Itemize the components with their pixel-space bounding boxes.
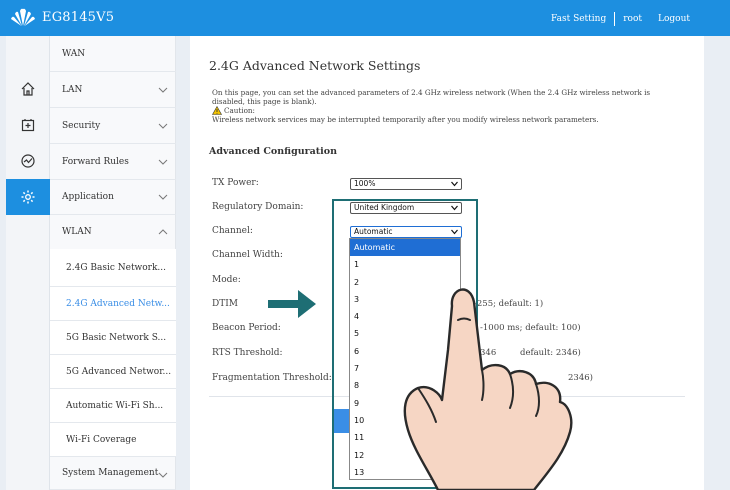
chevron-down-icon bbox=[158, 87, 168, 93]
page-description: On this page, you can set the advanced p… bbox=[212, 88, 682, 124]
sidebar-item-label: Security bbox=[62, 120, 101, 131]
sidebar-subitem-label: 5G Basic Network S... bbox=[66, 332, 167, 343]
channel-width-label: Channel Width: bbox=[212, 250, 283, 260]
sidebar-item-label: WLAN bbox=[62, 226, 92, 237]
rts-threshold-label: RTS Threshold: bbox=[212, 348, 283, 358]
user-link[interactable]: root bbox=[615, 14, 650, 24]
sidebar-item-label: Application bbox=[62, 191, 114, 202]
tx-power-select[interactable]: 100% bbox=[350, 178, 462, 190]
description-text: On this page, you can set the advanced p… bbox=[212, 88, 651, 106]
sidebar-subitem-24g-advanced[interactable]: 2.4G Advanced Netw... bbox=[50, 287, 176, 321]
warning-icon bbox=[212, 106, 222, 115]
channel-label: Channel: bbox=[212, 226, 253, 236]
gauge-icon bbox=[21, 154, 35, 168]
sidebar-item-application[interactable]: Application bbox=[50, 179, 176, 215]
rail-settings[interactable] bbox=[6, 179, 50, 215]
caution-label: Caution: bbox=[224, 106, 255, 115]
sidebar-item-label: Forward Rules bbox=[62, 156, 129, 167]
sidebar-item-security[interactable]: Security bbox=[50, 108, 176, 144]
pointing-hand-icon bbox=[403, 288, 573, 490]
sidebar-subitem-label: Wi-Fi Coverage bbox=[66, 434, 137, 445]
chevron-down-icon bbox=[451, 181, 458, 187]
regulatory-domain-label: Regulatory Domain: bbox=[212, 202, 304, 212]
fast-setting-link[interactable]: Fast Setting bbox=[543, 14, 614, 24]
icon-rail bbox=[6, 36, 50, 490]
sidebar-subitem-label: 2.4G Basic Network... bbox=[66, 262, 167, 273]
chevron-down-icon bbox=[158, 159, 168, 165]
mode-label: Mode: bbox=[212, 275, 241, 285]
page-title: 2.4G Advanced Network Settings bbox=[209, 58, 421, 73]
sidebar-subitem-5g-advanced[interactable]: 5G Advanced Networ... bbox=[50, 355, 176, 389]
sidebar-subitem-24g-basic[interactable]: 2.4G Basic Network... bbox=[50, 249, 176, 287]
brand-logo: EG8145V5 bbox=[8, 7, 114, 27]
sidebar-subitem-label: Automatic Wi-Fi Sh... bbox=[66, 400, 164, 411]
dtim-label: DTIM bbox=[212, 299, 238, 309]
sidebar-subitem-label: 5G Advanced Networ... bbox=[66, 366, 172, 377]
pointer-arrow-icon bbox=[268, 290, 316, 318]
brand-name: EG8145V5 bbox=[42, 9, 115, 25]
fragmentation-threshold-label: Fragmentation Threshold: bbox=[212, 373, 332, 383]
rail-home[interactable] bbox=[6, 71, 50, 107]
sidebar-item-wan[interactable]: WAN bbox=[50, 36, 176, 72]
huawei-logo-icon bbox=[11, 8, 35, 26]
sidebar-menu: WAN LAN Security Forward Rules Applicati… bbox=[50, 36, 176, 490]
sidebar-subitem-auto-wifi[interactable]: Automatic Wi-Fi Sh... bbox=[50, 389, 176, 423]
sidebar-item-label: System Management bbox=[62, 468, 159, 478]
sidebar-item-wlan[interactable]: WLAN bbox=[50, 214, 176, 250]
sidebar-item-forward-rules[interactable]: Forward Rules bbox=[50, 144, 176, 180]
chevron-down-icon bbox=[158, 194, 168, 200]
rail-add[interactable] bbox=[6, 107, 50, 143]
sidebar-item-label: WAN bbox=[62, 48, 86, 59]
sidebar-item-label: LAN bbox=[62, 84, 83, 95]
rail-status[interactable] bbox=[6, 143, 50, 179]
sidebar-item-system-management[interactable]: System Management bbox=[50, 457, 176, 490]
gear-icon bbox=[21, 190, 35, 204]
logout-link[interactable]: Logout bbox=[650, 14, 698, 24]
plus-box-icon bbox=[21, 119, 35, 132]
sidebar-subitem-5g-basic[interactable]: 5G Basic Network S... bbox=[50, 321, 176, 355]
top-bar: EG8145V5 Fast Setting root Logout bbox=[0, 0, 730, 36]
chevron-up-icon bbox=[158, 229, 168, 235]
tx-power-value: 100% bbox=[354, 179, 376, 188]
sidebar-subitem-wifi-coverage[interactable]: Wi-Fi Coverage bbox=[50, 423, 176, 457]
top-links: Fast Setting root Logout bbox=[543, 12, 698, 26]
caution-text: Wireless network services may be interru… bbox=[212, 115, 599, 124]
home-icon bbox=[21, 82, 35, 96]
caution-line: Caution: bbox=[212, 106, 682, 115]
beacon-period-label: Beacon Period: bbox=[212, 323, 281, 333]
tx-power-label: TX Power: bbox=[212, 178, 259, 188]
section-title: Advanced Configuration bbox=[209, 146, 338, 157]
chevron-down-icon bbox=[158, 472, 168, 478]
sidebar-item-lan[interactable]: LAN bbox=[50, 72, 176, 108]
chevron-down-icon bbox=[158, 123, 168, 129]
sidebar-subitem-label: 2.4G Advanced Netw... bbox=[66, 298, 170, 309]
